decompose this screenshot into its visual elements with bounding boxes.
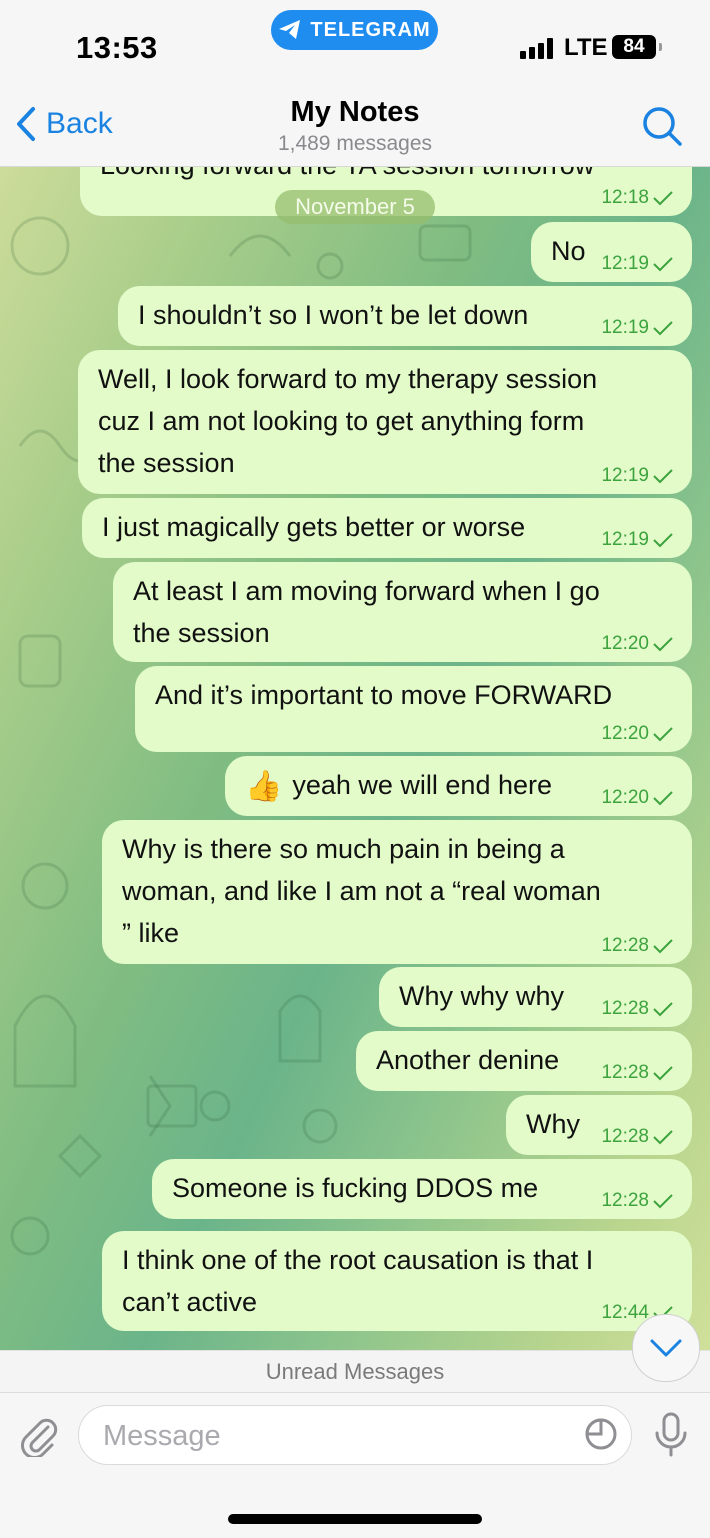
read-check-icon — [653, 469, 673, 484]
message-meta: 12:19 — [601, 466, 674, 486]
message-meta: 12:19 — [601, 318, 674, 338]
status-time: 13:53 — [76, 30, 158, 65]
message-input[interactable] — [101, 1416, 565, 1456]
telegram-icon — [279, 20, 301, 39]
message-bubble[interactable]: No 12:19 — [531, 222, 692, 282]
message-bubble[interactable]: Someone is fucking DDOS me 12:28 — [152, 1159, 692, 1219]
message-bubble[interactable]: I just magically gets better or worse 12… — [82, 498, 692, 558]
read-check-icon — [653, 533, 673, 548]
thumbs-up-icon: 👍 — [245, 769, 283, 803]
message-time: 12:28 — [601, 935, 649, 956]
message-text-line: can’t active — [122, 1287, 258, 1317]
message-meta: 12:18 — [601, 188, 674, 208]
message-text: yeah we will end here — [292, 770, 553, 800]
read-check-icon — [653, 1066, 673, 1081]
message-time: 12:19 — [601, 253, 649, 274]
message-text-line: ” like — [122, 918, 180, 948]
message-time: 12:28 — [601, 1126, 649, 1147]
read-check-icon — [653, 321, 673, 336]
read-check-icon — [653, 637, 673, 652]
message-text-line: the session — [98, 448, 235, 478]
paperclip-icon[interactable] — [18, 1415, 60, 1457]
message-bubble[interactable]: And it’s important to move FORWARD 12:20 — [135, 666, 692, 752]
message-bubble[interactable]: At least I am moving forward when I go t… — [113, 562, 692, 662]
message-text-line: cuz I am not looking to get anything for… — [98, 406, 585, 436]
message-meta: 12:28 — [601, 1127, 674, 1147]
message-time: 12:28 — [601, 1062, 649, 1083]
message-bubble[interactable]: Why 12:28 — [506, 1095, 692, 1155]
chat-header: Back My Notes 1,489 messages — [0, 96, 710, 167]
message-text-line: Why is there so much pain in being a — [122, 834, 565, 864]
message-meta: 12:19 — [601, 530, 674, 550]
search-icon[interactable] — [640, 104, 684, 148]
message-time: 12:20 — [601, 787, 649, 808]
message-text-line: the session — [133, 618, 270, 648]
message-meta: 12:28 — [601, 999, 674, 1019]
message-meta: 12:28 — [601, 1191, 674, 1211]
read-check-icon — [653, 1130, 673, 1145]
message-bubble[interactable]: Another denine 12:28 — [356, 1031, 692, 1091]
message-meta: 12:20 — [601, 724, 674, 744]
message-time: 12:44 — [601, 1302, 649, 1323]
message-bubble[interactable]: Why is there so much pain in being a wom… — [102, 820, 692, 964]
message-time: 12:18 — [601, 187, 649, 208]
message-bubble[interactable]: Why why why 12:28 — [379, 967, 692, 1027]
message-text-line: Well, I look forward to my therapy sessi… — [98, 364, 598, 394]
message-time: 12:20 — [601, 723, 649, 744]
message-meta: 12:19 — [601, 254, 674, 274]
message-text: And it’s important to move FORWARD — [155, 680, 613, 710]
chevron-down-icon — [650, 1339, 682, 1357]
read-check-icon — [653, 257, 673, 272]
message-bubble[interactable]: I shouldn’t so I won’t be let down 12:19 — [118, 286, 692, 346]
message-text: I just magically gets better or worse — [102, 512, 526, 542]
message-text: I shouldn’t so I won’t be let down — [138, 300, 529, 330]
message-bubble[interactable]: Well, I look forward to my therapy sessi… — [78, 350, 692, 494]
message-text-line: woman, and like I am not a “real woman — [122, 876, 601, 906]
message-text-line: At least I am moving forward when I go — [133, 576, 600, 606]
message-text-line: I think one of the root causation is tha… — [122, 1245, 594, 1275]
scroll-to-bottom-button[interactable] — [632, 1314, 700, 1382]
message-bubble[interactable]: I think one of the root causation is tha… — [102, 1231, 692, 1331]
message-time: 12:28 — [601, 1190, 649, 1211]
message-list[interactable]: Looking forward the TA session tomorrow … — [0, 166, 710, 1350]
message-count: 1,489 messages — [277, 132, 433, 155]
signal-icon — [520, 37, 553, 59]
read-check-icon — [653, 727, 673, 742]
sticker-icon[interactable] — [584, 1417, 618, 1451]
message-meta: 12:28 — [601, 936, 674, 956]
message-meta: 12:20 — [601, 634, 674, 654]
message-time: 12:19 — [601, 317, 649, 338]
message-text: Looking forward the TA session tomorrow — [100, 166, 672, 186]
message-field[interactable] — [78, 1405, 632, 1465]
message-meta: 12:20 — [601, 788, 674, 808]
telegram-return-pill[interactable]: TELEGRAM — [271, 10, 438, 50]
message-time: 12:19 — [601, 529, 649, 550]
status-bar: 13:53 TELEGRAM LTE 84 — [0, 0, 710, 96]
chat-title[interactable]: My Notes — [0, 96, 710, 129]
message-meta: 12:28 — [601, 1063, 674, 1083]
date-separator: November 5 — [275, 190, 435, 224]
read-check-icon — [653, 1002, 673, 1017]
unread-messages-separator: Unread Messages — [0, 1350, 710, 1393]
battery-icon: 84 — [612, 35, 662, 59]
microphone-icon[interactable] — [652, 1411, 690, 1459]
read-check-icon — [653, 791, 673, 806]
message-time: 12:20 — [601, 633, 649, 654]
message-time: 12:19 — [601, 465, 649, 486]
home-indicator — [228, 1514, 482, 1524]
read-check-icon — [653, 939, 673, 954]
message-time: 12:28 — [601, 998, 649, 1019]
read-check-icon — [653, 1194, 673, 1209]
telegram-pill-label: TELEGRAM — [310, 18, 431, 41]
network-label: LTE — [564, 34, 608, 61]
message-bubble[interactable]: 👍 yeah we will end here 12:20 — [225, 756, 692, 816]
read-check-icon — [653, 191, 673, 206]
message-text: Someone is fucking DDOS me — [172, 1173, 539, 1203]
